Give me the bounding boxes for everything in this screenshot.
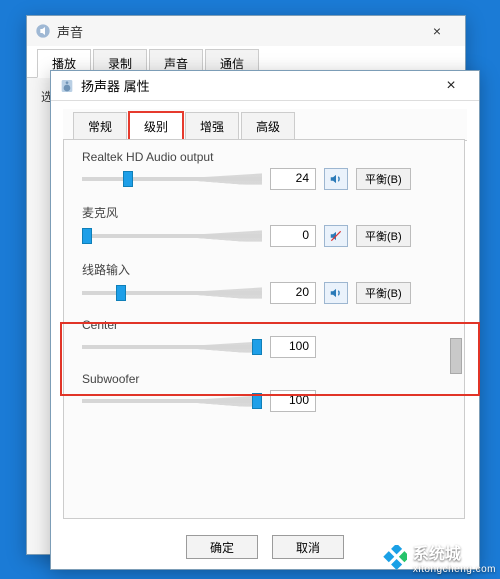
ok-button[interactable]: 确定 <box>186 535 258 559</box>
levels-panel: Realtek HD Audio output24平衡(B)麦克风0平衡(B)线… <box>63 139 465 519</box>
speaker-tabs: 常规 级别 增强 高级 <box>63 109 467 141</box>
group-row: 0 平衡(B) <box>82 225 444 247</box>
watermark: 系统城 xitongcheng.com <box>381 540 496 575</box>
slider-thumb[interactable] <box>252 393 262 409</box>
watermark-name: 系统城 <box>413 540 496 564</box>
speaker-close-button[interactable]: × <box>431 77 471 95</box>
group-label: Subwoofer <box>82 372 444 386</box>
volume-value[interactable]: 0 <box>270 225 316 247</box>
volume-slider[interactable] <box>82 391 262 411</box>
level-group: Realtek HD Audio output 24 平衡(B) <box>82 150 444 190</box>
tab-enhance[interactable]: 增强 <box>185 112 239 141</box>
group-label: 线路输入 <box>82 261 444 278</box>
tab-advanced[interactable]: 高级 <box>241 112 295 141</box>
sound-title: 声音 <box>57 22 417 41</box>
tab-general[interactable]: 常规 <box>73 112 127 141</box>
speaker-volume-icon[interactable] <box>324 168 348 190</box>
balance-button[interactable]: 平衡(B) <box>356 282 411 304</box>
group-label: Realtek HD Audio output <box>82 150 444 164</box>
group-row: 24 平衡(B) <box>82 168 444 190</box>
sound-icon <box>35 23 51 39</box>
volume-slider[interactable] <box>82 337 262 357</box>
slider-thumb[interactable] <box>116 285 126 301</box>
speaker-volume-icon[interactable] <box>324 282 348 304</box>
watermark-text: 系统城 xitongcheng.com <box>413 540 496 575</box>
group-row: 100 <box>82 336 444 358</box>
speaker-title: 扬声器 属性 <box>81 76 431 95</box>
speaker-titlebar: 扬声器 属性 × <box>51 71 479 101</box>
volume-value[interactable]: 24 <box>270 168 316 190</box>
volume-slider[interactable] <box>82 169 262 189</box>
level-group: Center 100 <box>82 318 444 358</box>
slider-thumb[interactable] <box>123 171 133 187</box>
level-group: 麦克风 0 平衡(B) <box>82 204 444 247</box>
scrollbar-thumb[interactable] <box>450 338 462 374</box>
group-label: Center <box>82 318 444 332</box>
mute-icon[interactable] <box>324 225 348 247</box>
group-row: 100 <box>82 390 444 412</box>
balance-button[interactable]: 平衡(B) <box>356 225 411 247</box>
volume-value[interactable]: 100 <box>270 390 316 412</box>
group-label: 麦克风 <box>82 204 444 221</box>
volume-slider[interactable] <box>82 226 262 246</box>
group-row: 20 平衡(B) <box>82 282 444 304</box>
balance-button[interactable]: 平衡(B) <box>356 168 411 190</box>
sound-close-button[interactable]: × <box>417 23 457 39</box>
volume-value[interactable]: 100 <box>270 336 316 358</box>
watermark-url: xitongcheng.com <box>413 564 496 575</box>
speaker-icon <box>59 78 75 94</box>
slider-thumb[interactable] <box>82 228 92 244</box>
slider-thumb[interactable] <box>252 339 262 355</box>
level-group: 线路输入 20 平衡(B) <box>82 261 444 304</box>
volume-slider[interactable] <box>82 283 262 303</box>
cancel-button[interactable]: 取消 <box>272 535 344 559</box>
level-group: Subwoofer 100 <box>82 372 444 412</box>
speaker-properties-window: 扬声器 属性 × 常规 级别 增强 高级 Realtek HD Audio ou… <box>50 70 480 570</box>
volume-value[interactable]: 20 <box>270 282 316 304</box>
watermark-icon <box>381 545 407 571</box>
sound-titlebar: 声音 × <box>27 16 465 46</box>
tab-levels[interactable]: 级别 <box>129 112 183 141</box>
